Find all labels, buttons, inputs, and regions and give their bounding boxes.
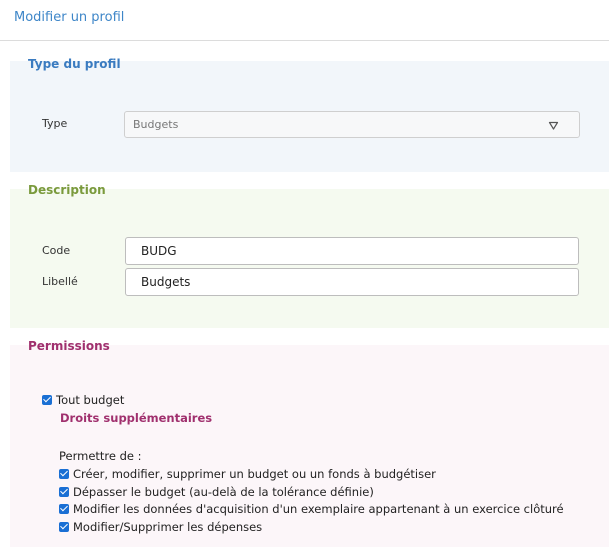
chevron-down-icon xyxy=(548,112,559,137)
permission-item[interactable]: Créer, modifier, supprimer un budget ou … xyxy=(59,467,436,481)
type-label: Type xyxy=(42,117,68,130)
permission-label: Modifier/Supprimer les dépenses xyxy=(73,520,263,534)
permission-checkbox[interactable] xyxy=(59,522,69,532)
tout-budget-label: Tout budget xyxy=(56,393,125,407)
tout-budget-checkbox-row[interactable]: Tout budget xyxy=(42,393,124,407)
permission-label: Dépasser le budget (au-delà de la toléra… xyxy=(73,485,374,499)
permissions-legend: Permissions xyxy=(28,339,110,353)
libelle-input[interactable]: Budgets xyxy=(125,268,579,296)
libelle-label: Libellé xyxy=(42,275,78,288)
type-select[interactable]: Budgets xyxy=(124,111,580,138)
droits-supplementaires-title: Droits supplémentaires xyxy=(60,411,213,425)
permission-checkbox[interactable] xyxy=(59,469,69,479)
code-label: Code xyxy=(42,244,71,257)
page-title: Modifier un profil xyxy=(14,10,125,25)
permission-label: Créer, modifier, supprimer un budget ou … xyxy=(73,467,436,481)
permettre-label: Permettre de : xyxy=(59,449,142,463)
permission-item[interactable]: Dépasser le budget (au-delà de la toléra… xyxy=(59,485,374,499)
type-section-legend: Type du profil xyxy=(28,57,121,71)
permission-checkbox[interactable] xyxy=(59,504,69,514)
type-section: Type du profil Type Budgets xyxy=(10,57,609,172)
permission-item[interactable]: Modifier les données d'acquisition d'un … xyxy=(59,502,564,516)
code-input[interactable]: BUDG xyxy=(125,237,579,265)
tout-budget-checkbox[interactable] xyxy=(42,395,52,405)
title-divider xyxy=(0,40,609,41)
description-section: Description Code BUDG Libellé Budgets xyxy=(10,183,609,328)
permissions-section: Permissions Tout budget Droits supplémen… xyxy=(10,339,609,547)
permission-label: Modifier les données d'acquisition d'un … xyxy=(73,502,564,516)
type-select-value: Budgets xyxy=(133,118,179,131)
description-legend: Description xyxy=(28,183,106,197)
permission-item[interactable]: Modifier/Supprimer les dépenses xyxy=(59,520,262,534)
permission-checkbox[interactable] xyxy=(59,487,69,497)
